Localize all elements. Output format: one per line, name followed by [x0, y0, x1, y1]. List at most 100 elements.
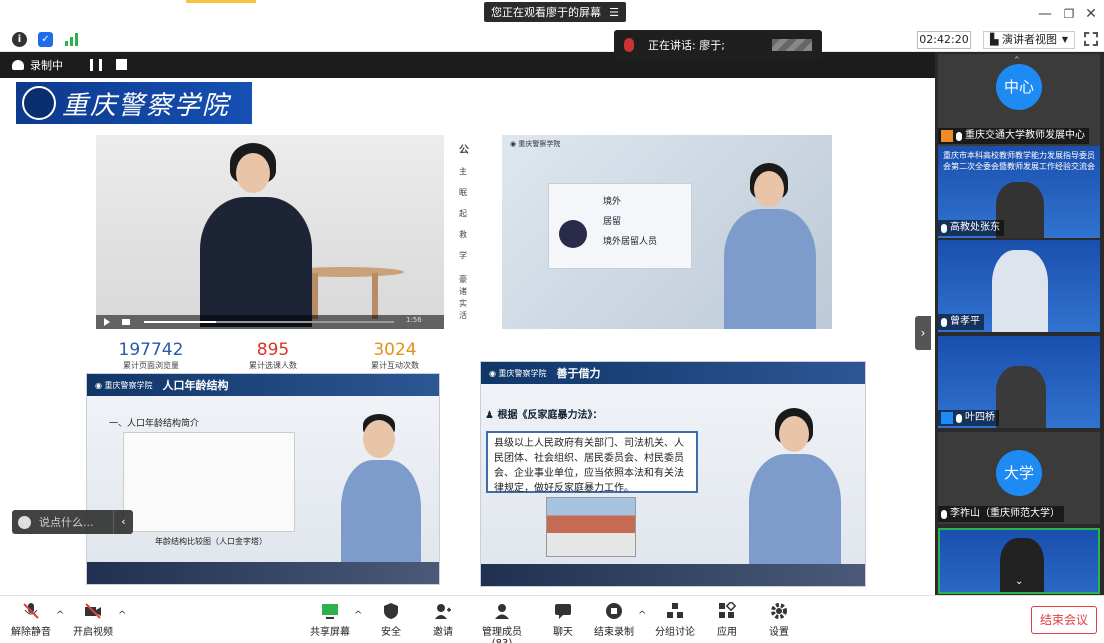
- participant-tile[interactable]: 曾孝平: [938, 240, 1100, 332]
- video2-line: 居留: [603, 217, 622, 227]
- side-char: 起: [459, 209, 467, 218]
- video2-text-panel: 境外 居留 境外居留人员: [548, 183, 692, 269]
- list-icon[interactable]: ☰: [609, 6, 619, 19]
- unmute-label: 解除静音: [11, 627, 51, 638]
- apps-button[interactable]: 应用: [712, 600, 742, 638]
- side-char: 主: [459, 167, 467, 176]
- members-icon: [493, 602, 511, 620]
- slide-age-structure[interactable]: ◉ 重庆警察学院 人口年龄结构 一、人口年龄结构简介 年龄结构比较图（人口金字塔…: [86, 373, 440, 585]
- chevron-up-icon[interactable]: ^: [118, 610, 126, 621]
- share-screen-button[interactable]: 共享屏幕: [308, 602, 352, 638]
- mini-logo: ◉ 重庆警察学院: [510, 140, 561, 148]
- shield-icon[interactable]: ✓: [38, 32, 53, 47]
- slide-footer: [481, 564, 865, 586]
- participant-tile[interactable]: ⌄: [938, 528, 1100, 594]
- record-stop-icon: [605, 602, 623, 620]
- side-char: 学: [459, 251, 467, 260]
- participant-name-tag: 曾孝平: [938, 314, 984, 330]
- signal-icon[interactable]: [64, 32, 79, 47]
- stat-label: 累计互动次数: [371, 361, 419, 370]
- fullscreen-icon[interactable]: [1084, 32, 1098, 46]
- share-screen-icon: [321, 602, 339, 620]
- participant-name: 叶四桥: [965, 412, 995, 423]
- logo-text: 重庆警察学院: [62, 90, 231, 121]
- view-mode-label: 演讲者视图: [1001, 33, 1057, 46]
- video-controls[interactable]: 1:56: [96, 315, 444, 329]
- participant-name-tag: 李祚山（重庆师范大学）: [938, 506, 1064, 522]
- minimize-icon[interactable]: —: [1036, 5, 1054, 23]
- participant-name-tag: 高教处张东: [938, 220, 1004, 236]
- notice-strip: [186, 0, 256, 3]
- course-video-2[interactable]: ◉ 重庆警察学院 境外 居留 境外居留人员: [502, 135, 832, 329]
- population-pyramids: [123, 432, 295, 532]
- officer-icon: [559, 220, 587, 248]
- chevron-left-icon[interactable]: ‹: [113, 510, 133, 534]
- police-seal-icon: [22, 86, 56, 120]
- slide-header: ◉ 重庆警察学院 善于借力: [481, 362, 865, 384]
- participant-name-tag: 叶四桥: [938, 410, 999, 426]
- chevron-down-icon[interactable]: ⌄: [1015, 576, 1023, 587]
- participant-tile[interactable]: ⌃ 中心 重庆交通大学教师发展中心: [938, 54, 1100, 146]
- end-meeting-button[interactable]: 结束会议: [1031, 606, 1097, 634]
- breakout-icon: [666, 602, 684, 620]
- mic-icon: [941, 223, 947, 233]
- collapse-panel-button[interactable]: ›: [915, 316, 931, 350]
- manage-members-button[interactable]: 管理成员(83): [472, 602, 532, 643]
- apps-icon: [718, 600, 737, 620]
- progress-fill: [144, 321, 216, 323]
- pause-recording-button[interactable]: [90, 59, 102, 71]
- participant-name: 曾孝平: [950, 316, 980, 327]
- mic-icon: [624, 38, 634, 52]
- video-time: 1:56: [406, 316, 422, 324]
- unmute-button[interactable]: 解除静音: [10, 602, 52, 638]
- share-screen-label: 共享屏幕: [310, 627, 350, 638]
- view-mode-button[interactable]: ▙ 演讲者视图 ▼: [983, 31, 1075, 49]
- participant-tile[interactable]: 叶四桥: [938, 336, 1100, 428]
- share-banner-label: 您正在观看廖于的屏幕: [491, 6, 602, 19]
- lecture-video[interactable]: 1:56: [96, 135, 444, 329]
- participant-tile[interactable]: 重庆市本科高校教师教学能力发展指导委员会第二次全委会暨教师发展工作经验交流会 高…: [938, 146, 1100, 238]
- breakout-button[interactable]: 分组讨论: [652, 602, 698, 638]
- settings-button[interactable]: 设置: [764, 602, 794, 638]
- shared-screen: 重庆警察学院 1:56 公 主 眠 起 救 学 豪 诸 实 活 ◉ 重庆警察学院…: [0, 78, 935, 595]
- start-video-button[interactable]: 开启视频: [72, 602, 114, 638]
- mini-logo: ◉ 重庆警察学院: [95, 380, 153, 390]
- slide-title: 人口年龄结构: [162, 379, 229, 392]
- grid-icon: ▙: [990, 33, 999, 46]
- shield-icon: [382, 602, 400, 620]
- share-banner[interactable]: 您正在观看廖于的屏幕 ☰: [484, 2, 626, 22]
- chat-icon: [554, 602, 572, 620]
- play-icon[interactable]: [104, 318, 110, 326]
- participant-tile[interactable]: 大学 李祚山（重庆师范大学）: [938, 432, 1100, 524]
- tile-slide-text: 重庆市本科高校教师教学能力发展指导委员会第二次全委会暨教师发展工作经验交流会: [943, 151, 1095, 171]
- speaking-label: 正在讲话: 廖于;: [648, 39, 725, 52]
- college-logo: 重庆警察学院: [16, 82, 252, 124]
- avatar: 大学: [996, 450, 1042, 496]
- stop-recording-button[interactable]: [116, 59, 127, 70]
- close-icon[interactable]: ✕: [1082, 5, 1100, 23]
- end-recording-button[interactable]: 结束录制: [590, 602, 638, 638]
- mic-icon: [956, 131, 962, 141]
- side-char: 豪: [459, 275, 467, 284]
- info-icon[interactable]: i: [12, 32, 27, 47]
- mic-icon: [941, 509, 947, 519]
- mic-icon: [941, 317, 947, 327]
- stat-number: 3024: [373, 340, 417, 360]
- side-char: 实: [459, 299, 467, 308]
- building-photo: [546, 497, 636, 557]
- settings-label: 设置: [769, 627, 789, 638]
- slide-heading-text: 根据《反家庭暴力法》：: [497, 410, 603, 421]
- volume-icon[interactable]: [122, 319, 130, 325]
- emoji-icon[interactable]: [18, 515, 31, 529]
- comment-input[interactable]: 说点什么... ‹: [12, 510, 133, 534]
- security-button[interactable]: 安全: [374, 602, 408, 638]
- restore-icon[interactable]: ❐: [1060, 5, 1078, 23]
- invite-button[interactable]: 邀请: [426, 602, 460, 638]
- recording-label: 录制中: [30, 59, 63, 72]
- chevron-up-icon[interactable]: ^: [56, 610, 64, 621]
- chat-button[interactable]: 聊天: [546, 602, 580, 638]
- officer-icon: ♟: [485, 410, 494, 421]
- participant-name-tag: 重庆交通大学教师发展中心: [938, 128, 1089, 144]
- chevron-up-icon[interactable]: ^: [354, 610, 362, 621]
- chevron-up-icon[interactable]: ^: [638, 610, 646, 621]
